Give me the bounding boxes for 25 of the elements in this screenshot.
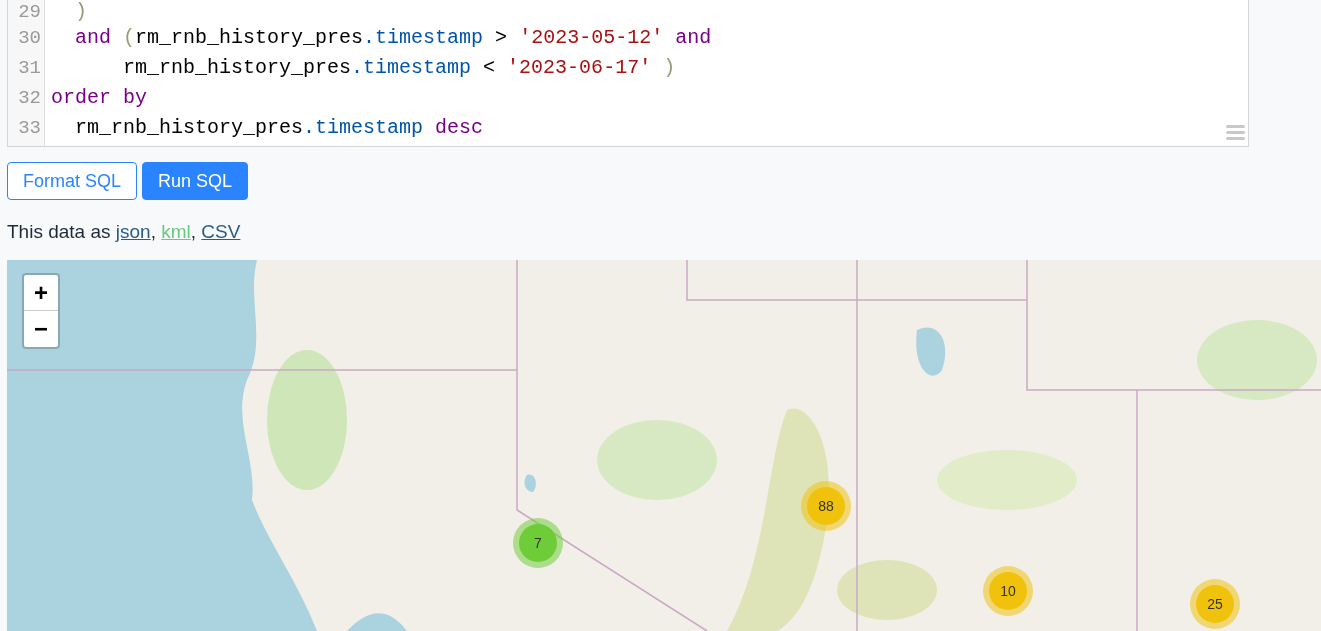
cluster-marker[interactable]: 10 [983, 566, 1033, 616]
code-line: rm_rnb_history_pres.timestamp < '2023-06-17' ) [122, 57, 676, 79]
line-number: 33 [18, 117, 41, 139]
cluster-marker[interactable]: 88 [801, 481, 851, 531]
format-button[interactable]: Format SQL [7, 162, 138, 200]
line-number: 29 [18, 1, 41, 23]
run-button[interactable]: Run SQL [142, 162, 249, 200]
zoom-out-button[interactable]: − [24, 311, 58, 347]
line-number: 32 [18, 87, 41, 109]
code-line: rm_rnb_history_pres.timestamp desc [74, 117, 484, 139]
export-text: This data as [7, 221, 112, 242]
zoom-in-button[interactable]: + [24, 275, 58, 311]
code-line: ) [74, 1, 87, 23]
comma: , [190, 221, 198, 242]
code-line: order by [51, 87, 147, 109]
export-link[interactable]: json [115, 221, 151, 242]
cluster-marker[interactable]: 7 [513, 518, 563, 568]
line-number: 31 [18, 57, 41, 79]
code-editor[interactable]: 29 30 31 32 33 ) and (rm_rnb_history_pres.timestamp > '2023-05-12' and rm_rnb_history_pres.timestamp < '2023-06-17' ) order by rm_rnb_history_pres.timestamp desc [7, 0, 1249, 147]
resize-handle-icon[interactable] [1226, 125, 1245, 140]
cluster-marker[interactable]: 25 [1190, 579, 1240, 629]
export-link[interactable]: CSV [201, 221, 241, 242]
comma: , [150, 221, 157, 242]
code-line: and (rm_rnb_history_pres.timestamp > '2023-05-12' and [74, 27, 712, 49]
line-number: 30 [18, 27, 41, 49]
